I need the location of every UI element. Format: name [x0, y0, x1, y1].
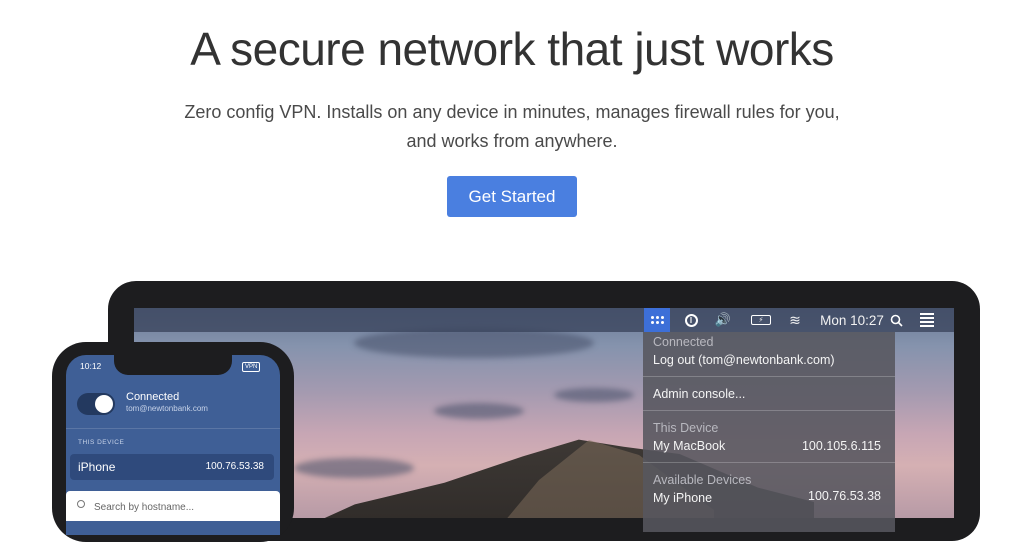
phone-divider	[66, 428, 280, 429]
connected-label: Connected	[653, 335, 714, 349]
this-device-label: This Device	[653, 421, 719, 435]
available-devices-label: Available Devices	[653, 473, 752, 487]
logout-menu-item[interactable]: Log out (tom@newtonbank.com)	[653, 353, 835, 367]
tailscale-icon[interactable]	[644, 308, 670, 332]
search-icon	[77, 500, 85, 508]
battery-charging-glyph: ⚡	[751, 315, 771, 325]
phone-status-time: 10:12	[80, 361, 102, 371]
control-list-icon[interactable]	[914, 308, 940, 332]
1password-icon[interactable]: I	[682, 308, 700, 332]
vpn-toggle[interactable]	[77, 393, 115, 415]
wifi-icon[interactable]: ≋	[784, 308, 806, 332]
menubar-clock[interactable]: Mon 10:27	[816, 308, 888, 332]
phone-device-ip: 100.76.53.38	[205, 461, 264, 472]
phone-notch	[114, 355, 232, 375]
phone-search-bar	[66, 491, 280, 521]
phone-device-row[interactable]: iPhone 100.76.53.38	[70, 454, 274, 480]
admin-console-menu-item[interactable]: Admin console...	[653, 387, 745, 401]
phone-section-label: THIS DEVICE	[78, 439, 125, 446]
vpn-badge: VPN	[242, 362, 261, 372]
phone-device-name: iPhone	[78, 460, 116, 474]
hostname-search-input[interactable]	[92, 496, 276, 518]
this-device-name[interactable]: My MacBook	[653, 439, 725, 453]
hero-subtitle: Zero config VPN. Installs on any device …	[184, 102, 840, 151]
available-device-ip: 100.76.53.38	[808, 489, 881, 503]
menu-divider	[643, 376, 895, 377]
menu-divider	[643, 410, 895, 411]
phone-account-email: tom@newtonbank.com	[126, 404, 208, 413]
available-device-name[interactable]: My iPhone	[653, 491, 712, 505]
battery-icon[interactable]: ⚡	[748, 308, 774, 332]
volume-icon[interactable]: 🔊	[712, 308, 734, 332]
menu-divider	[643, 462, 895, 463]
tailscale-menu: Connected Log out (tom@newtonbank.com) A…	[643, 332, 895, 532]
phone-connection-status: Connected	[126, 391, 180, 403]
toggle-knob	[95, 395, 113, 413]
search-icon[interactable]	[886, 308, 906, 332]
this-device-ip: 100.105.6.115	[801, 439, 881, 453]
get-started-button[interactable]: Get Started	[447, 176, 577, 217]
macos-menubar: I 🔊 ⚡ ≋ Mon 10:27	[134, 308, 954, 332]
hero-title: A secure network that just works	[190, 23, 834, 75]
